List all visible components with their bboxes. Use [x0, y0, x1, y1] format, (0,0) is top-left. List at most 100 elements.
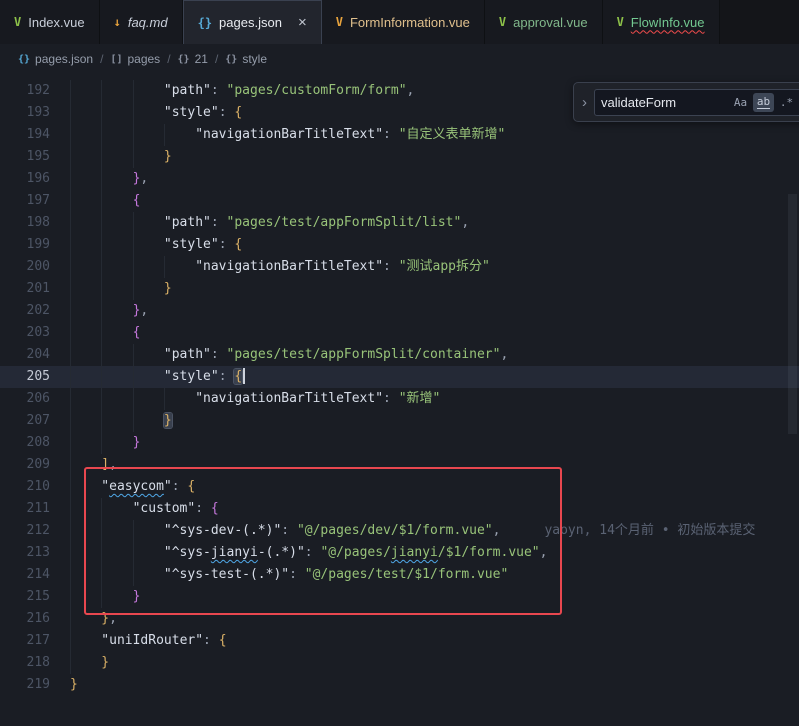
line-number[interactable]: 208: [0, 432, 50, 454]
close-icon[interactable]: ×: [298, 15, 307, 30]
line-number[interactable]: 203: [0, 322, 50, 344]
line-number[interactable]: 217: [0, 630, 50, 652]
indent-guide: [133, 366, 164, 388]
tab-faq-md[interactable]: ↓faq.md: [100, 0, 183, 44]
breadcrumb-item-pages-json[interactable]: {}pages.json: [18, 52, 93, 66]
whole-word-toggle[interactable]: ab: [753, 93, 774, 112]
regex-toggle[interactable]: .*: [776, 93, 797, 112]
indent-guide: [101, 168, 132, 190]
line-content[interactable]: }: [70, 674, 799, 696]
line-content[interactable]: "path": "pages/test/appFormSplit/contain…: [70, 344, 799, 366]
line-content[interactable]: {: [70, 190, 799, 212]
line-number[interactable]: 196: [0, 168, 50, 190]
line-content[interactable]: "navigationBarTitleText": "新增": [70, 388, 799, 410]
line-number[interactable]: 206: [0, 388, 50, 410]
token-key: "custom": [133, 501, 196, 516]
tab-index-vue[interactable]: VIndex.vue: [0, 0, 100, 44]
breadcrumb-item-21[interactable]: {}21: [178, 52, 208, 66]
line-number[interactable]: 199: [0, 234, 50, 256]
line-content[interactable]: }: [70, 652, 799, 674]
line-number[interactable]: 210: [0, 476, 50, 498]
indent-guide: [70, 608, 101, 630]
indent-guide: [70, 190, 101, 212]
indent-guide: [101, 432, 132, 454]
line-number[interactable]: 213: [0, 542, 50, 564]
token-key: "navigationBarTitleText": [195, 391, 383, 406]
line-number[interactable]: 197: [0, 190, 50, 212]
line-content[interactable]: "^sys-jianyi-(.*)": "@/pages/jianyi/$1/f…: [70, 542, 799, 564]
token-key: "navigationBarTitleText": [195, 259, 383, 274]
line-content[interactable]: "^sys-test-(.*)": "@/pages/test/$1/form.…: [70, 564, 799, 586]
indent-guide: [101, 190, 132, 212]
code-line-203: 203 {: [0, 322, 799, 344]
line-content[interactable]: }: [70, 586, 799, 608]
line-content[interactable]: "style": {: [70, 234, 799, 256]
line-content[interactable]: },: [70, 168, 799, 190]
line-number[interactable]: 209: [0, 454, 50, 476]
line-number[interactable]: 207: [0, 410, 50, 432]
indent-guide: [70, 278, 101, 300]
line-content[interactable]: {: [70, 322, 799, 344]
line-number[interactable]: 200: [0, 256, 50, 278]
tab-forminformation-vue[interactable]: VFormInformation.vue: [322, 0, 485, 44]
line-content[interactable]: ],: [70, 454, 799, 476]
line-number[interactable]: 198: [0, 212, 50, 234]
vertical-scrollbar-thumb[interactable]: [788, 194, 797, 434]
line-number[interactable]: 219: [0, 674, 50, 696]
find-input[interactable]: [601, 95, 728, 110]
line-number[interactable]: 216: [0, 608, 50, 630]
line-number[interactable]: 205: [0, 366, 50, 388]
line-number[interactable]: 212: [0, 520, 50, 542]
indent-guide: [70, 80, 101, 102]
line-number[interactable]: 218: [0, 652, 50, 674]
token-bracket: }: [101, 611, 109, 626]
line-content[interactable]: "path": "pages/test/appFormSplit/list",: [70, 212, 799, 234]
line-content[interactable]: "navigationBarTitleText": "自定义表单新增": [70, 124, 799, 146]
editor-pane[interactable]: 192"path": "pages/customForm/form",193"s…: [0, 74, 799, 726]
line-number[interactable]: 202: [0, 300, 50, 322]
line-number[interactable]: 192: [0, 80, 50, 102]
line-number[interactable]: 211: [0, 498, 50, 520]
breadcrumb-item-pages[interactable]: []pages: [110, 52, 160, 66]
token-punctuation: ,: [500, 347, 508, 362]
match-case-glyph: Aa: [734, 96, 747, 109]
token-bracket: }: [164, 281, 172, 296]
token-bracket-matched: }: [164, 413, 172, 428]
line-number[interactable]: 214: [0, 564, 50, 586]
line-number[interactable]: 194: [0, 124, 50, 146]
toggle-replace-chevron-icon[interactable]: ›: [582, 94, 587, 111]
line-content[interactable]: "style": {: [70, 366, 799, 388]
line-number[interactable]: 201: [0, 278, 50, 300]
line-content[interactable]: "easycom": {: [70, 476, 799, 498]
line-content[interactable]: "uniIdRouter": {: [70, 630, 799, 652]
code-line-198: 198 "path": "pages/test/appFormSplit/list…: [0, 212, 799, 234]
breadcrumb-item-style[interactable]: {}style: [225, 52, 267, 66]
line-content[interactable]: }: [70, 432, 799, 454]
line-number[interactable]: 193: [0, 102, 50, 124]
code-line-216: 216},: [0, 608, 799, 630]
line-content[interactable]: "navigationBarTitleText": "测试app拆分": [70, 256, 799, 278]
line-number[interactable]: 195: [0, 146, 50, 168]
line-content[interactable]: }: [70, 410, 799, 432]
line-content[interactable]: "custom": {: [70, 498, 799, 520]
code-line-217: 217 "uniIdRouter": {: [0, 630, 799, 652]
line-content[interactable]: },: [70, 300, 799, 322]
indent-guide: [101, 410, 132, 432]
match-case-toggle[interactable]: Aa: [730, 93, 751, 112]
token-punctuation: :: [219, 369, 235, 384]
line-number[interactable]: 204: [0, 344, 50, 366]
line-content[interactable]: "^sys-dev-(.*)": "@/pages/dev/$1/form.vu…: [70, 520, 799, 542]
token-string: "@/pages/dev/$1/form.vue": [297, 523, 493, 538]
line-content[interactable]: }: [70, 278, 799, 300]
tab-flowinfo-vue[interactable]: VFlowInfo.vue: [603, 0, 720, 44]
token-string: "自定义表单新增": [399, 127, 506, 142]
token-bracket: }: [133, 589, 141, 604]
line-content[interactable]: },: [70, 608, 799, 630]
line-number[interactable]: 215: [0, 586, 50, 608]
token-punctuation: :: [172, 479, 188, 494]
tab-approval-vue[interactable]: Vapproval.vue: [485, 0, 603, 44]
indent-guide: [70, 234, 101, 256]
token-bracket: {: [187, 479, 195, 494]
tab-pages-json[interactable]: {}pages.json×: [183, 0, 322, 44]
line-content[interactable]: }: [70, 146, 799, 168]
